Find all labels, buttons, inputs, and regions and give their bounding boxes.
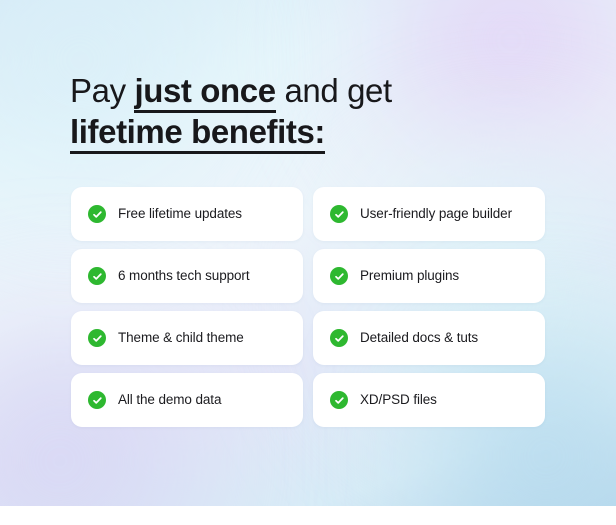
benefit-label: Theme & child theme bbox=[118, 330, 244, 345]
benefit-card: All the demo data bbox=[71, 373, 303, 427]
check-circle-icon bbox=[88, 205, 106, 223]
benefit-label: Free lifetime updates bbox=[118, 206, 242, 221]
benefit-card: Detailed docs & tuts bbox=[313, 311, 545, 365]
benefit-card: 6 months tech support bbox=[71, 249, 303, 303]
check-circle-icon bbox=[88, 267, 106, 285]
headline-text-part-2: and get bbox=[275, 72, 392, 109]
benefit-card: XD/PSD files bbox=[313, 373, 545, 427]
hero-section: Pay just once and get lifetime benefits: … bbox=[0, 0, 616, 525]
check-circle-icon bbox=[330, 391, 348, 409]
benefit-card: User-friendly page builder bbox=[313, 187, 545, 241]
check-circle-icon bbox=[330, 329, 348, 347]
headline-emphasis-lifetime-benefits: lifetime benefits: bbox=[70, 113, 326, 154]
benefit-card: Premium plugins bbox=[313, 249, 545, 303]
benefit-label: Premium plugins bbox=[360, 268, 460, 283]
benefit-card: Free lifetime updates bbox=[71, 187, 303, 241]
check-circle-icon bbox=[88, 329, 106, 347]
hero-content: Pay just once and get lifetime benefits: … bbox=[0, 0, 616, 525]
benefit-label: User-friendly page builder bbox=[360, 206, 512, 221]
benefit-card: Theme & child theme bbox=[71, 311, 303, 365]
check-circle-icon bbox=[330, 267, 348, 285]
headline-emphasis-just-once: just once bbox=[134, 72, 276, 113]
benefit-label: Detailed docs & tuts bbox=[360, 330, 479, 345]
headline-text-part-1: Pay bbox=[70, 72, 135, 109]
benefit-label: XD/PSD files bbox=[360, 392, 437, 407]
check-circle-icon bbox=[330, 205, 348, 223]
benefit-label: All the demo data bbox=[118, 392, 222, 407]
benefit-label: 6 months tech support bbox=[118, 268, 250, 283]
page-title: Pay just once and get lifetime benefits: bbox=[70, 70, 570, 154]
benefits-grid: Free lifetime updates User-friendly page… bbox=[71, 187, 545, 427]
check-circle-icon bbox=[88, 391, 106, 409]
